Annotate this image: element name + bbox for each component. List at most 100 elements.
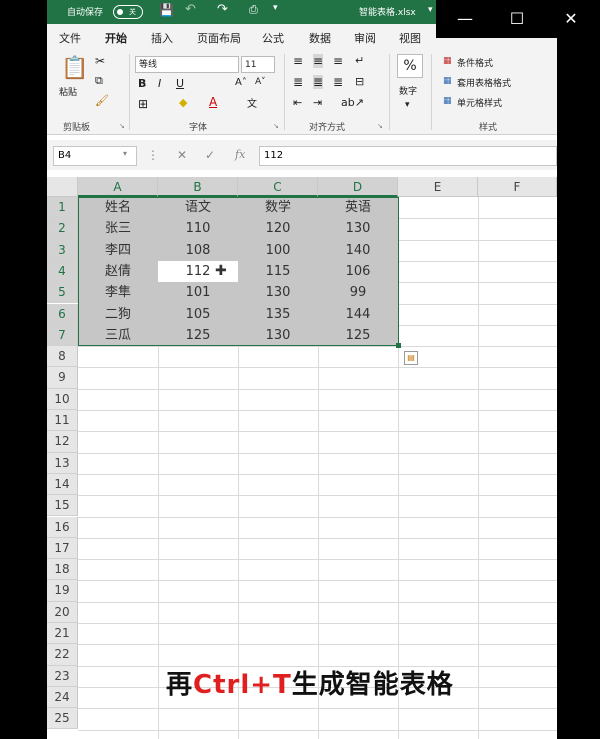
cell-b1[interactable]: 语文	[158, 197, 238, 218]
bold-icon[interactable]: B	[138, 77, 146, 90]
tab-view[interactable]: 视图	[399, 30, 421, 46]
decrease-indent-icon[interactable]: ⇤	[293, 96, 302, 109]
tab-file[interactable]: 文件	[59, 30, 81, 46]
align-center-icon[interactable]: ≣	[313, 75, 324, 89]
percent-icon[interactable]: %	[397, 54, 423, 78]
column-header-b[interactable]: B	[158, 177, 238, 197]
orientation-icon[interactable]: ab↗	[341, 96, 364, 109]
row-header[interactable]: 14	[47, 473, 78, 496]
quick-analysis-icon[interactable]: ▤	[404, 351, 418, 365]
row-header[interactable]: 22	[47, 644, 78, 666]
cell-c3[interactable]: 100	[238, 240, 318, 261]
increase-indent-icon[interactable]: ⇥	[313, 96, 322, 109]
save-icon[interactable]: 💾	[159, 3, 174, 17]
row-header[interactable]: 10	[47, 388, 78, 410]
copy-icon[interactable]: ⧉	[95, 74, 103, 88]
worksheet-grid[interactable]: A B C D E F 1 2 3 4 5 6 7 8 9 10 11 12 13 14 15 16 17 18 1…	[47, 177, 557, 739]
tab-home[interactable]: 开始	[105, 30, 127, 51]
align-bottom-icon[interactable]: ≡	[333, 54, 343, 68]
column-header-d[interactable]: D	[318, 177, 398, 197]
cell-d7[interactable]: 125	[318, 325, 398, 346]
row-header[interactable]: 11	[47, 410, 78, 432]
number-dropdown-icon[interactable]: ▾	[405, 100, 410, 110]
cancel-icon[interactable]: ✕	[177, 148, 187, 162]
select-all-corner[interactable]	[47, 177, 78, 197]
paste-label[interactable]: 粘贴	[59, 85, 77, 98]
maximize-icon[interactable]: ☐	[502, 8, 532, 30]
decrease-font-icon[interactable]: A˅	[255, 77, 266, 87]
cell-c4[interactable]: 115	[238, 261, 318, 282]
print-preview-icon[interactable]: ⎙	[249, 3, 258, 17]
align-top-icon[interactable]: ≡	[293, 54, 303, 68]
row-header[interactable]: 4	[47, 260, 78, 283]
cut-icon[interactable]: ✂	[95, 54, 105, 68]
row-header[interactable]: 25	[47, 708, 78, 730]
table-format-button[interactable]: 套用表格格式	[457, 76, 511, 89]
conditional-format-button[interactable]: 条件格式	[457, 56, 493, 69]
tab-data[interactable]: 数据	[309, 30, 331, 46]
cell-c6[interactable]: 135	[238, 304, 318, 325]
cell-d5[interactable]: 99	[318, 282, 398, 303]
cell-c1[interactable]: 数学	[238, 197, 318, 218]
cell-b7[interactable]: 125	[158, 325, 238, 346]
cell-d3[interactable]: 140	[318, 240, 398, 261]
close-icon[interactable]: ✕	[556, 8, 586, 30]
enter-icon[interactable]: ✓	[205, 148, 215, 162]
row-header[interactable]: 8	[47, 346, 78, 368]
align-right-icon[interactable]: ≣	[333, 75, 343, 89]
cell-d4[interactable]: 106	[318, 261, 398, 282]
cell-a3[interactable]: 李四	[78, 240, 158, 261]
cell-c5[interactable]: 130	[238, 282, 318, 303]
cell-b3[interactable]: 108	[158, 240, 238, 261]
cell-a5[interactable]: 李隼	[78, 282, 158, 303]
cell-style-button[interactable]: 单元格样式	[457, 96, 502, 109]
cell-d1[interactable]: 英语	[318, 197, 398, 218]
column-header-f[interactable]: F	[478, 177, 557, 197]
alignment-launcher-icon[interactable]: ↘	[377, 122, 383, 130]
italic-icon[interactable]: I	[158, 77, 161, 90]
insert-function-icon[interactable]: fx	[235, 148, 245, 161]
row-header[interactable]: 21	[47, 623, 78, 645]
formula-input[interactable]: 112	[259, 146, 557, 166]
tab-review[interactable]: 审阅	[354, 30, 376, 46]
customize-toolbar-icon[interactable]: ▾	[273, 3, 278, 13]
font-launcher-icon[interactable]: ↘	[273, 122, 279, 130]
row-header[interactable]: 12	[47, 431, 78, 453]
fill-handle[interactable]	[396, 343, 401, 348]
align-left-icon[interactable]: ≣	[293, 75, 303, 89]
row-header[interactable]: 20	[47, 601, 78, 623]
cell-d2[interactable]: 130	[318, 218, 398, 239]
undo-icon[interactable]: ↶	[185, 2, 196, 17]
row-header[interactable]: 16	[47, 516, 78, 538]
row-header[interactable]: 17	[47, 537, 78, 560]
borders-icon[interactable]: ⊞	[138, 97, 148, 111]
row-header[interactable]: 3	[47, 239, 78, 261]
row-header[interactable]: 24	[47, 686, 78, 709]
cell-d6[interactable]: 144	[318, 304, 398, 325]
cell-b5[interactable]: 101	[158, 282, 238, 303]
phonetic-icon[interactable]: 文	[247, 95, 257, 110]
merge-center-icon[interactable]: ⊟	[355, 75, 364, 88]
row-header[interactable]: 1	[47, 197, 78, 219]
row-header[interactable]: 7	[47, 324, 78, 347]
clipboard-launcher-icon[interactable]: ↘	[119, 122, 125, 130]
row-header[interactable]: 18	[47, 559, 78, 581]
cell-c2[interactable]: 120	[238, 218, 318, 239]
title-dropdown-icon[interactable]: ▾	[428, 5, 433, 15]
font-size-select[interactable]: 11	[241, 56, 275, 73]
tab-formulas[interactable]: 公式	[262, 30, 284, 46]
font-color-icon[interactable]: A	[209, 95, 217, 109]
column-header-c[interactable]: C	[238, 177, 318, 197]
cell-a6[interactable]: 二狗	[78, 304, 158, 325]
align-middle-icon[interactable]: ≡	[313, 54, 324, 68]
row-header[interactable]: 5	[47, 282, 78, 304]
increase-font-icon[interactable]: A˄	[235, 77, 247, 88]
number-format-label[interactable]: 数字	[399, 84, 417, 97]
wrap-text-icon[interactable]: ↵	[355, 54, 364, 67]
cell-c7[interactable]: 130	[238, 325, 318, 346]
redo-icon[interactable]: ↷	[217, 2, 228, 17]
column-header-e[interactable]: E	[398, 177, 478, 197]
row-header[interactable]: 2	[47, 218, 78, 240]
row-header[interactable]: 13	[47, 452, 78, 474]
row-header[interactable]: 23	[47, 665, 78, 687]
